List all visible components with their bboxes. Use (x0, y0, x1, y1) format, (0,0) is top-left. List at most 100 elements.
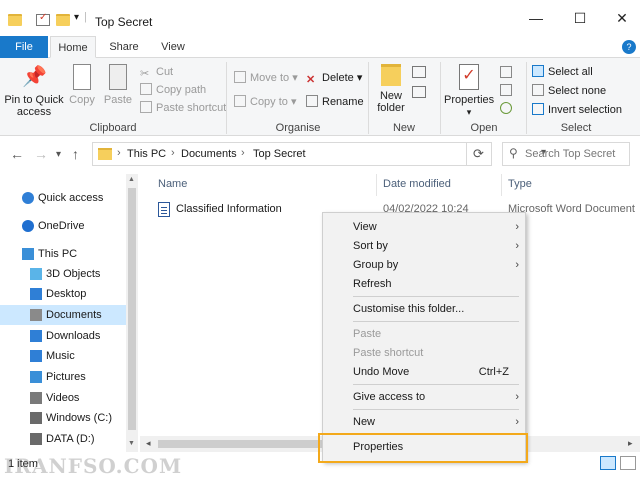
search-input[interactable]: Search Top Secret (525, 148, 615, 160)
large-icons-view-icon[interactable] (620, 456, 636, 470)
copy-button[interactable]: Copy (66, 64, 98, 106)
open-icon[interactable] (500, 66, 512, 78)
column-header-type[interactable]: Type (508, 178, 532, 190)
delete-button[interactable]: ✕ Delete ▾ (306, 70, 362, 86)
breadcrumb-top-secret[interactable]: Top Secret (253, 148, 306, 160)
context-menu: View › Sort by › Group by › Refresh Customi… (322, 212, 526, 462)
sidebar-item-windows-c[interactable]: Windows (C:) (0, 408, 126, 428)
horizontal-scrollbar-thumb[interactable] (158, 440, 328, 448)
menu-item-paste[interactable]: Paste (353, 325, 523, 344)
sidebar-item-desktop[interactable]: Desktop (0, 284, 126, 304)
help-icon[interactable]: ? (622, 40, 636, 54)
breadcrumb-this-pc[interactable]: This PC (127, 148, 166, 160)
sidebar-item-label: DATA (D:) (46, 433, 95, 445)
menu-item-give-access[interactable]: Give access to › (353, 388, 523, 407)
sidebar-item-3d-objects[interactable]: 3D Objects (0, 264, 126, 284)
sidebar-item-downloads[interactable]: Downloads (0, 326, 126, 346)
address-bar[interactable]: › This PC › Documents › Top Secret ▾ (92, 142, 546, 166)
select-none-button[interactable]: Select none (532, 83, 606, 99)
properties-dropdown-icon[interactable]: ▾ (444, 106, 494, 118)
maximize-button[interactable]: ☐ (564, 8, 596, 28)
document-icon (30, 309, 42, 321)
paste-button[interactable]: Paste (102, 64, 134, 106)
easy-access-icon[interactable] (412, 86, 426, 98)
file-name[interactable]: Classified Information (176, 203, 282, 215)
close-button[interactable]: ✕ (606, 8, 638, 28)
new-group-label: New (392, 122, 415, 134)
history-icon[interactable] (500, 102, 512, 114)
copy-path-button[interactable]: Copy path (140, 82, 206, 98)
customize-quick-access-icon[interactable]: ▾ (74, 12, 79, 23)
new-folder-button[interactable]: New folder (372, 64, 410, 114)
minimize-button[interactable]: — (520, 8, 552, 28)
menu-item-customise-folder[interactable]: Customise this folder... (353, 300, 523, 319)
edit-icon[interactable] (500, 84, 512, 96)
sidebar-item-pictures[interactable]: Pictures (0, 367, 126, 387)
properties-icon[interactable] (36, 12, 50, 26)
monitor-icon (22, 248, 34, 260)
menu-item-sort-by[interactable]: Sort by › (353, 237, 523, 256)
sidebar-item-music[interactable]: Music (0, 346, 126, 366)
file-type: Microsoft Word Document (508, 203, 635, 215)
pin-to-quick-access-button[interactable]: 📌 Pin to Quick access (4, 64, 64, 118)
menu-item-view[interactable]: View › (353, 218, 523, 237)
refresh-button[interactable]: ⟳ (466, 142, 492, 166)
column-header-date[interactable]: Date modified (383, 178, 451, 190)
properties-button[interactable]: ✓ Properties ▾ (444, 64, 494, 118)
title-bar: ▾ | Top Secret — ☐ ✕ (0, 0, 640, 36)
menu-separator (353, 384, 519, 385)
menu-item-group-by[interactable]: Group by › (353, 256, 523, 275)
select-all-button[interactable]: Select all (532, 64, 593, 80)
column-divider[interactable] (501, 174, 502, 196)
chevron-right-icon[interactable]: › (117, 147, 121, 159)
menu-label: Give access to (353, 391, 426, 403)
menu-item-refresh[interactable]: Refresh (353, 275, 523, 294)
tab-file[interactable]: File (0, 36, 48, 58)
folder-icon[interactable] (8, 14, 22, 26)
new-folder-icon[interactable] (56, 14, 70, 26)
sidebar-item-label: Music (46, 350, 75, 362)
search-box[interactable]: ⚲ Search Top Secret (502, 142, 630, 166)
copy-to-button[interactable]: Copy to ▾ (234, 94, 297, 110)
copy-label: Copy (69, 94, 95, 106)
tab-share[interactable]: Share (100, 36, 148, 58)
nav-scrollbar-thumb[interactable] (128, 188, 136, 430)
sidebar-item-this-pc[interactable]: This PC (0, 244, 126, 264)
breadcrumb-documents[interactable]: Documents (181, 148, 237, 160)
sidebar-item-videos[interactable]: Videos (0, 388, 126, 408)
back-arrow-icon[interactable]: ← (10, 146, 24, 162)
group-divider (368, 62, 369, 134)
forward-arrow-icon[interactable]: → (34, 146, 48, 162)
column-divider[interactable] (376, 174, 377, 196)
tab-home[interactable]: Home (50, 36, 96, 58)
new-item-icon[interactable] (412, 66, 426, 78)
delete-label: Delete (322, 72, 354, 84)
details-view-icon[interactable] (600, 456, 616, 470)
sidebar-item-data-d[interactable]: DATA (D:) (0, 429, 126, 449)
copy-path-icon (140, 83, 152, 95)
paste-shortcut-label: Paste shortcut (156, 102, 227, 114)
move-to-button[interactable]: Move to ▾ (234, 70, 298, 86)
scroll-up-icon[interactable]: ▲ (128, 176, 135, 183)
chevron-right-icon[interactable]: › (241, 147, 245, 159)
paste-shortcut-button[interactable]: Paste shortcut (140, 100, 226, 116)
sidebar-item-quick-access[interactable]: Quick access (0, 188, 126, 208)
invert-selection-button[interactable]: Invert selection (532, 102, 622, 118)
scroll-down-icon[interactable]: ▼ (128, 440, 135, 447)
recent-locations-icon[interactable]: ▾ (56, 149, 61, 160)
up-arrow-icon[interactable]: ↑ (72, 146, 79, 162)
menu-item-undo-move[interactable]: Undo Move Ctrl+Z (353, 363, 523, 382)
sidebar-item-onedrive[interactable]: OneDrive (0, 216, 126, 236)
chevron-right-icon[interactable]: › (171, 147, 175, 159)
select-group-label: Select (560, 122, 592, 134)
tab-view[interactable]: View (150, 36, 196, 58)
scroll-left-icon[interactable]: ◂ (146, 438, 151, 449)
menu-item-paste-shortcut[interactable]: Paste shortcut (353, 344, 523, 363)
chevron-right-icon: › (515, 416, 519, 428)
scroll-right-icon[interactable]: ▸ (628, 438, 633, 449)
column-header-name[interactable]: Name (158, 178, 187, 190)
cut-button[interactable]: ✂ Cut (140, 64, 173, 80)
sidebar-item-documents[interactable]: Documents (0, 305, 126, 325)
menu-item-new[interactable]: New › (353, 413, 523, 432)
rename-button[interactable]: Rename (306, 94, 364, 110)
